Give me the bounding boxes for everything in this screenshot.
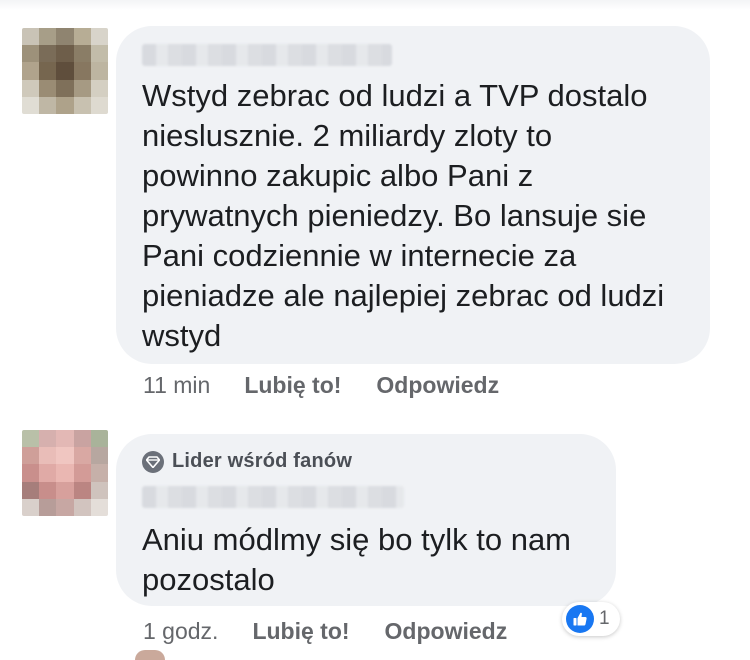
avatar-pixel [56,45,74,63]
avatar-pixel [73,28,91,46]
reaction-summary[interactable]: 1 [562,602,620,636]
avatar-pixel [73,481,91,499]
avatar-pixel [39,28,57,46]
avatar-pixel [39,62,57,80]
fan-badge: Lider wśród fanów [142,450,352,473]
reply-button[interactable]: Odpowiedz [376,372,499,399]
avatar-pixel [73,498,91,516]
avatar-pixel [39,498,57,516]
reply-button[interactable]: Odpowiedz [385,618,508,645]
comment-text: Wstyd zebrac od ludzi a TVP dostalo nies… [142,78,665,353]
avatar-pixel [90,481,108,499]
avatar-pixel [56,498,74,516]
avatar-pixel [73,464,91,482]
avatar-pixel [90,79,108,97]
avatar-pixel [90,430,108,448]
avatar-pixel [73,430,91,448]
thumbs-up-icon [566,605,594,633]
avatar-pixel [22,464,40,482]
author-name-redacted[interactable] [142,44,392,66]
author-name-redacted[interactable] [142,486,404,508]
avatar-pixel [90,28,108,46]
avatar-pixel [22,62,40,80]
avatar-pixel [73,45,91,63]
avatar-pixel [73,96,91,114]
avatar-pixel [56,28,74,46]
avatar-pixel [22,79,40,97]
avatar-pixel [39,447,57,465]
avatar-pixel [90,62,108,80]
avatar-pixel [90,498,108,516]
avatar-pixel [56,464,74,482]
comment-actions: 1 godz. Lubię to! Odpowiedz [143,618,542,645]
avatar-pixel [56,447,74,465]
avatar-pixel [39,481,57,499]
avatar-pixel [22,45,40,63]
avatar-pixel [39,96,57,114]
avatar-pixel [90,96,108,114]
avatar-pixel [73,447,91,465]
avatar-pixel [56,96,74,114]
avatar-pixel [22,498,40,516]
avatar[interactable] [22,430,108,516]
avatar-pixel [73,79,91,97]
comment-timestamp[interactable]: 1 godz. [143,618,218,645]
reaction-count: 1 [599,608,610,629]
next-comment-avatar[interactable] [135,650,165,660]
badge-label: Lider wśród fanów [172,450,353,472]
avatar-pixel [39,79,57,97]
like-button[interactable]: Lubię to! [244,372,341,399]
diamond-icon [142,450,164,473]
comment-actions: 11 min Lubię to! Odpowiedz [143,372,534,399]
avatar-pixel [90,464,108,482]
avatar-pixel [90,45,108,63]
avatar-pixel [56,481,74,499]
avatar-pixel [73,62,91,80]
top-edge [0,0,750,10]
like-button[interactable]: Lubię to! [252,618,349,645]
avatar-pixel [39,430,57,448]
avatar-pixel [22,430,40,448]
avatar-pixel [56,430,74,448]
avatar-pixel [39,45,57,63]
avatar-pixel [90,447,108,465]
avatar-pixel [56,62,74,80]
comment-timestamp[interactable]: 11 min [143,372,210,399]
avatar-pixel [39,464,57,482]
comment-text: Aniu módlmy się bo tylk to nam pozostalo [142,522,572,597]
avatar-pixel [22,481,40,499]
avatar-pixel [22,447,40,465]
avatar-pixel [56,79,74,97]
avatar[interactable] [22,28,108,114]
avatar-pixel [22,28,40,46]
avatar-pixel [22,96,40,114]
